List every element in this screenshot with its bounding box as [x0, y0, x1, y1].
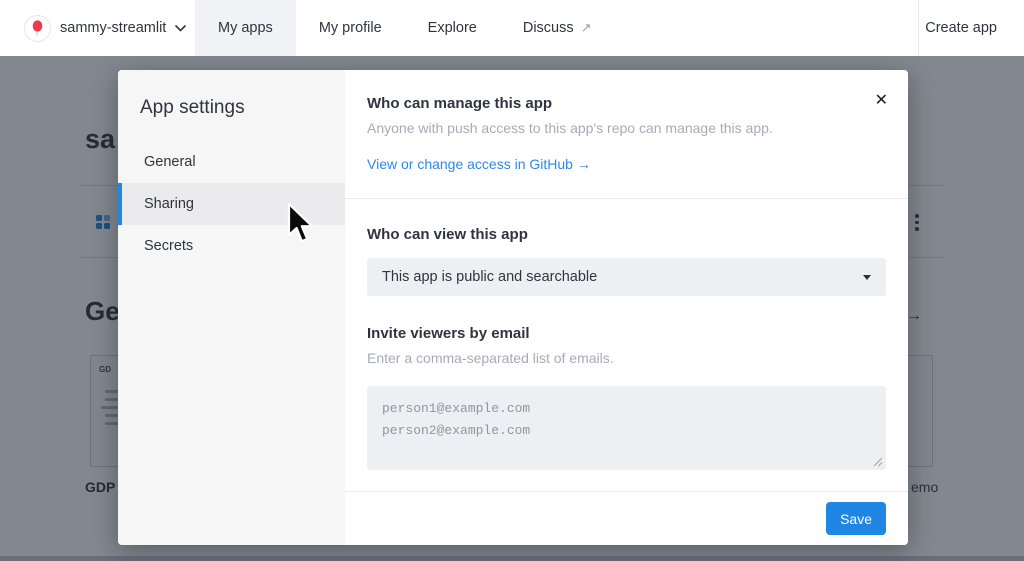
visibility-dropdown-value: This app is public and searchable — [382, 269, 597, 285]
tab-label: Discuss — [523, 20, 574, 36]
visibility-dropdown[interactable]: This app is public and searchable — [367, 258, 886, 296]
sidebar-item-general[interactable]: General — [118, 141, 345, 183]
balloon-icon — [31, 20, 44, 37]
topbar: sammy-streamlit My apps My profile Explo… — [0, 0, 1024, 56]
save-button[interactable]: Save — [826, 502, 886, 535]
invite-section-title: Invite viewers by email — [367, 324, 886, 343]
tab-my-apps[interactable]: My apps — [195, 0, 296, 56]
tab-discuss[interactable]: Discuss ↗ — [500, 0, 615, 56]
manage-section-description: Anyone with push access to this app's re… — [367, 119, 886, 138]
account-menu[interactable]: sammy-streamlit — [24, 0, 186, 56]
manage-section: Who can manage this app Anyone with push… — [345, 70, 908, 199]
primary-nav: My apps My profile Explore Discuss ↗ — [195, 0, 615, 56]
tab-label: Explore — [428, 20, 477, 36]
screen: sammy-streamlit My apps My profile Explo… — [0, 0, 1024, 561]
invite-section: Invite viewers by email Enter a comma-se… — [345, 324, 908, 470]
topbar-divider — [918, 0, 919, 56]
github-access-link[interactable]: View or change access in GitHub → — [367, 156, 591, 172]
view-section: Who can view this app This app is public… — [345, 199, 908, 296]
create-app-button[interactable]: Create app — [925, 0, 997, 56]
account-name: sammy-streamlit — [60, 20, 166, 36]
settings-sidebar: App settings General Sharing Secrets — [118, 70, 345, 545]
sidebar-item-label: Sharing — [144, 196, 194, 212]
sidebar-item-label: Secrets — [144, 238, 193, 254]
sidebar-item-secrets[interactable]: Secrets — [118, 225, 345, 267]
external-link-icon: ↗ — [581, 20, 592, 36]
tab-my-profile[interactable]: My profile — [296, 0, 405, 56]
close-button[interactable]: ✕ — [875, 92, 888, 108]
invite-emails-textarea[interactable] — [367, 386, 886, 470]
modal-footer: Save — [345, 491, 908, 545]
caret-down-icon — [863, 275, 871, 280]
sharing-panel: ✕ Who can manage this app Anyone with pu… — [345, 70, 908, 545]
sidebar-item-sharing[interactable]: Sharing — [118, 183, 345, 225]
tab-explore[interactable]: Explore — [405, 0, 500, 56]
tab-label: My profile — [319, 20, 382, 36]
manage-section-title: Who can manage this app — [367, 94, 886, 113]
invite-section-description: Enter a comma-separated list of emails. — [367, 349, 886, 368]
chevron-down-icon — [175, 25, 186, 32]
resize-handle-icon[interactable] — [873, 457, 883, 467]
sidebar-item-label: General — [144, 154, 196, 170]
workspace-avatar — [24, 15, 51, 42]
view-section-title: Who can view this app — [367, 225, 886, 244]
tab-label: My apps — [218, 20, 273, 36]
modal-title: App settings — [118, 70, 345, 141]
app-settings-modal: App settings General Sharing Secrets ✕ W… — [118, 70, 908, 545]
